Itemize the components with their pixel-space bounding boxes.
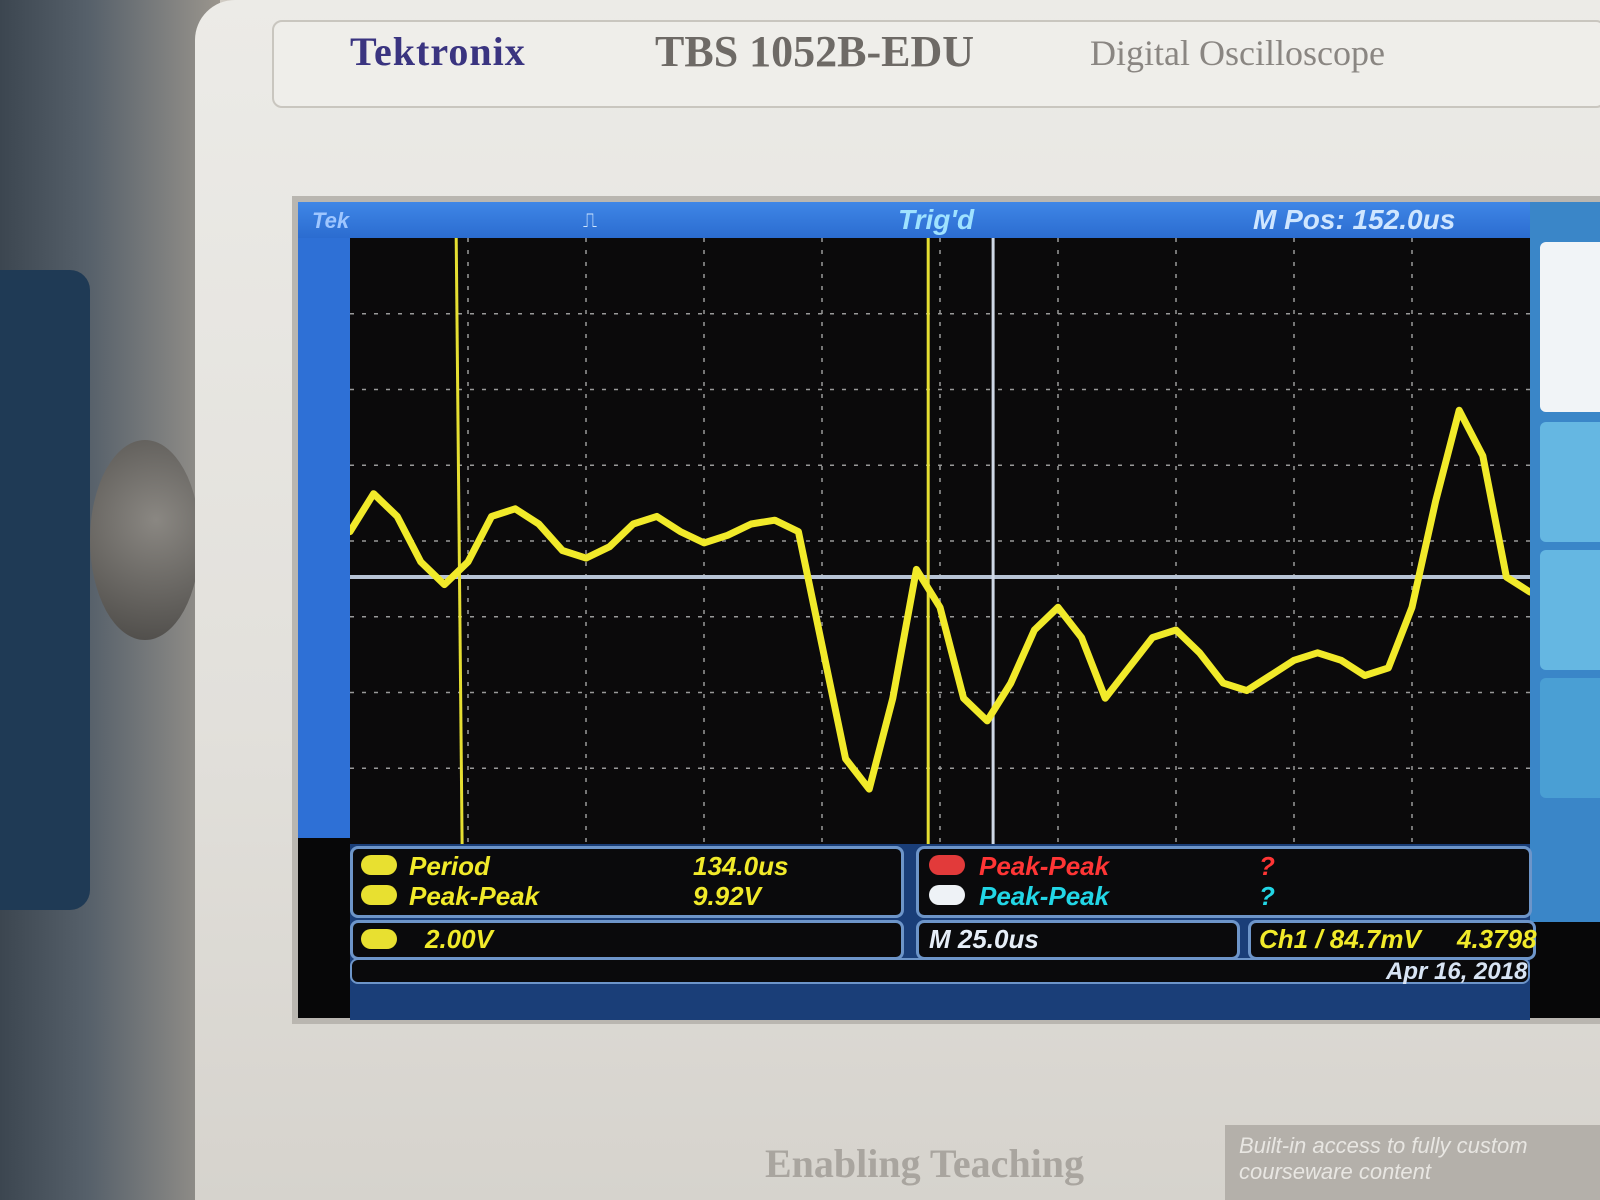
math-chip xyxy=(929,855,965,875)
measurement-value: 134.0us xyxy=(693,851,789,881)
trigger-box: Ch1 / 84.7mV 4.3798 xyxy=(1248,920,1537,960)
date-readout: Apr 16, 2018 xyxy=(1386,958,1528,985)
measurement-value: ? xyxy=(1259,851,1275,881)
measurement-value: ? xyxy=(1259,881,1275,911)
status-bar: Tek ⎍ Trig'd M Pos: 152.0us xyxy=(298,202,1600,238)
channel-margin xyxy=(298,238,350,838)
measurement-label: Peak-Peak xyxy=(979,851,1110,881)
status-line xyxy=(350,958,1530,984)
ch1-chip xyxy=(361,929,397,949)
model-number: TBS 1052B-EDU xyxy=(655,27,975,76)
horizontal-position: M Pos: 152.0us xyxy=(1253,204,1456,235)
channel-scale: 2.00V xyxy=(425,924,493,954)
tagline: Enabling Teaching xyxy=(765,1141,1085,1186)
courseware-promo: Built-in access to fully custom coursewa… xyxy=(1225,1125,1600,1200)
side-menu-top[interactable] xyxy=(1540,242,1600,412)
measurement-value: 9.92V xyxy=(693,881,761,911)
waveform-graticule xyxy=(350,238,1530,844)
ch1-chip xyxy=(361,855,397,875)
measurement-box-2: Peak-Peak ? Peak-Peak ? xyxy=(916,846,1532,918)
side-menu-button-1[interactable] xyxy=(1540,422,1600,542)
trigger-level: Ch1 / 84.7mV xyxy=(1259,924,1421,954)
background-knob xyxy=(90,440,200,640)
frequency-readout: 4.3798 xyxy=(1457,924,1537,954)
tek-label: Tek xyxy=(312,208,350,233)
measurement-label: Period xyxy=(409,851,490,881)
channel-scale-box: 2.00V xyxy=(350,920,904,960)
trigger-state: Trig'd xyxy=(898,204,975,235)
scope-screen: Tek ⎍ Trig'd M Pos: 152.0us Period 134.0… xyxy=(292,196,1600,1024)
measurement-label: Peak-Peak xyxy=(409,881,540,911)
side-menu-button-3[interactable] xyxy=(1540,678,1600,798)
measurement-label: Peak-Peak xyxy=(979,881,1110,911)
timebase: M 25.0us xyxy=(929,924,1039,954)
measurement-box-1: Period 134.0us Peak-Peak 9.92V xyxy=(350,846,904,918)
timebase-box: M 25.0us xyxy=(916,920,1240,960)
background-object xyxy=(0,270,90,910)
model-description: Digital Oscilloscope xyxy=(1090,33,1385,73)
side-menu xyxy=(1530,202,1600,922)
side-menu-button-2[interactable] xyxy=(1540,550,1600,670)
brand-name: Tektronix xyxy=(350,29,526,74)
ch1-chip xyxy=(361,885,397,905)
trigger-edge-icon: ⎍ xyxy=(583,210,597,232)
measurement-area: Period 134.0us Peak-Peak 9.92V Peak-Peak… xyxy=(350,844,1537,1020)
ref-chip xyxy=(929,885,965,905)
